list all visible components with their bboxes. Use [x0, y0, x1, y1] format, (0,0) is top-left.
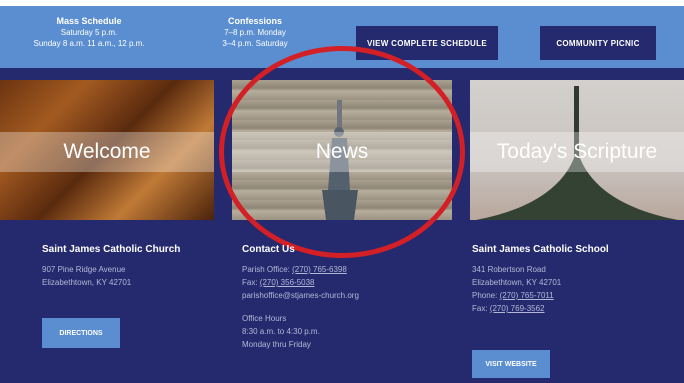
school-info: Saint James Catholic School 341 Robertso… [472, 244, 672, 315]
office-hours-line: Monday thru Friday [242, 340, 311, 349]
scripture-label: Today's Scripture [470, 132, 684, 172]
mass-schedule-line: Saturday 5 p.m. [60, 28, 118, 37]
confessions-line: 3–4 p.m. Saturday [222, 39, 288, 48]
contact-fax-link[interactable]: (270) 356-5038 [260, 278, 315, 287]
contact-email-link[interactable]: parishoffice@stjames-church.org [242, 289, 442, 302]
church-title: Saint James Catholic Church [42, 244, 181, 255]
directions-button[interactable]: DIRECTIONS [42, 318, 120, 348]
school-fax-line: Fax: (270) 769-3562 [472, 302, 672, 315]
confessions-line: 7–8 p.m. Monday [224, 28, 286, 37]
church-info: Saint James Catholic Church 907 Pine Rid… [42, 244, 222, 289]
contact-title: Contact Us [242, 244, 295, 255]
school-title: Saint James Catholic School [472, 244, 609, 255]
mass-schedule-heading: Mass Schedule [56, 16, 122, 26]
office-hours-heading: Office Hours [242, 314, 287, 323]
school-phone-label: Phone: [472, 291, 500, 300]
contact-info: Contact Us Parish Office: (270) 765-6398… [242, 244, 442, 351]
school-fax-link[interactable]: (270) 769-3562 [490, 304, 545, 313]
contact-fax-line: Fax: (270) 356-5038 [242, 276, 442, 289]
parish-office-line: Parish Office: (270) 765-6398 [242, 263, 442, 276]
church-address-line: Elizabethtown, KY 42701 [42, 278, 132, 287]
mass-schedule: Mass Schedule Saturday 5 p.m. Sunday 8 a… [14, 16, 164, 49]
confessions-heading: Confessions [227, 16, 282, 26]
school-phone-line: Phone: (270) 765-7011 [472, 289, 672, 302]
school-fax-label: Fax: [472, 304, 490, 313]
school-address-line: 341 Robertson Road [472, 265, 546, 274]
parish-office-phone-link[interactable]: (270) 765-6398 [292, 265, 347, 274]
mass-schedule-line: Sunday 8 a.m. 11 a.m., 12 p.m. [33, 39, 145, 48]
parish-office-label: Parish Office: [242, 265, 293, 274]
school-phone-link[interactable]: (270) 765-7011 [500, 291, 554, 300]
community-picnic-button[interactable]: COMMUNITY PICNIC [540, 26, 656, 60]
confessions-schedule: Confessions 7–8 p.m. Monday 3–4 p.m. Sat… [200, 16, 310, 49]
welcome-label: Welcome [0, 132, 214, 172]
welcome-tile[interactable]: Welcome [0, 80, 214, 220]
highlight-circle [219, 46, 465, 258]
office-hours-line: 8:30 a.m. to 4:30 p.m. [242, 327, 320, 336]
contact-fax-label: Fax: [242, 278, 260, 287]
scripture-tile[interactable]: Today's Scripture [470, 80, 684, 220]
school-address-line: Elizabethtown, KY 42701 [472, 278, 562, 287]
visit-website-button[interactable]: VISIT WEBSITE [472, 350, 550, 378]
church-address-line: 907 Pine Ridge Avenue [42, 265, 126, 274]
